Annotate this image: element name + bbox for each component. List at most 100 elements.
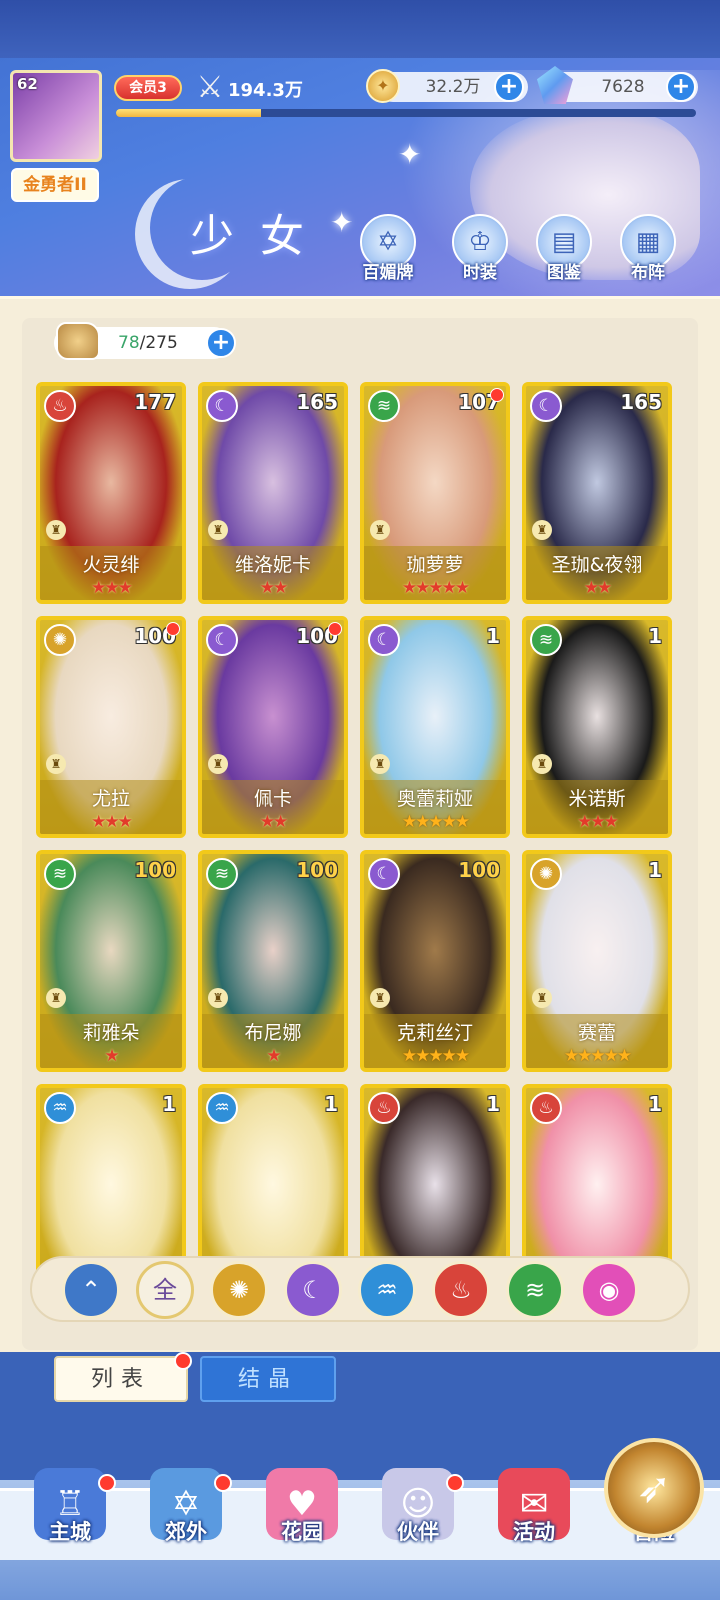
character-card[interactable]: ♒ 1 bbox=[198, 1084, 348, 1272]
character-name: 佩卡 bbox=[253, 788, 292, 810]
character-name: 维洛妮卡 bbox=[234, 554, 311, 576]
wind-element-icon: ≋ bbox=[530, 624, 562, 656]
filter-all-button[interactable]: 全 bbox=[136, 1261, 194, 1319]
chess-piece-icon: ♜ bbox=[208, 754, 228, 774]
filter-fire-button[interactable]: ♨ bbox=[432, 1261, 490, 1319]
star-rating: ★★ bbox=[259, 812, 288, 832]
character-card[interactable]: ☾ 1 ♜ 奥蕾莉娅 ★★★★★ bbox=[360, 616, 510, 838]
character-level: 100 bbox=[296, 858, 338, 882]
notification-dot bbox=[328, 622, 342, 636]
character-card[interactable]: ≋ 100 ♜ 莉雅朵 ★ bbox=[36, 850, 186, 1072]
bottom-nav-gate[interactable]: ✡ 郊外 bbox=[136, 1468, 236, 1578]
filter-heart-button[interactable]: ◉ bbox=[580, 1261, 638, 1319]
bag-icon bbox=[56, 322, 100, 360]
character-level: 177 bbox=[134, 390, 176, 414]
notification-dot bbox=[98, 1474, 116, 1492]
star-rating: ★★★ bbox=[91, 578, 133, 598]
character-card[interactable]: ≋ 100 ♜ 布尼娜 ★ bbox=[198, 850, 348, 1072]
all-icon: 全 bbox=[153, 1276, 177, 1304]
character-level: 1 bbox=[486, 1092, 500, 1116]
character-card[interactable]: ☾ 165 ♜ 圣珈&夜翎 ★★ bbox=[522, 382, 672, 604]
nav-button-card[interactable]: ✡ 百媚牌 bbox=[348, 214, 428, 284]
fire-element-icon: ♨ bbox=[368, 1092, 400, 1124]
character-card[interactable]: ≋ 1 ♜ 米诺斯 ★★★ bbox=[522, 616, 672, 838]
bottom-nav-castle[interactable]: ♖ 主城 bbox=[20, 1468, 120, 1578]
notification-dot bbox=[166, 622, 180, 636]
fire-element-icon: ♨ bbox=[44, 390, 76, 422]
star-rating: ★★ bbox=[259, 578, 288, 598]
character-level: 1 bbox=[486, 624, 500, 648]
filter-moon-button[interactable]: ☾ bbox=[284, 1261, 342, 1319]
moon-element-icon: ☾ bbox=[368, 858, 400, 890]
heart-icon: ◉ bbox=[598, 1276, 620, 1304]
filter-water-button[interactable]: ♒ bbox=[358, 1261, 416, 1319]
gold-amount: 32.2万 bbox=[425, 77, 481, 97]
gem-amount: 7628 bbox=[601, 77, 645, 97]
vip-badge[interactable]: 会员3 bbox=[114, 75, 182, 101]
character-card[interactable]: ♨ 1 bbox=[522, 1084, 672, 1272]
bottom-nav-label: 伙伴 bbox=[397, 1520, 439, 1544]
character-name: 尤拉 bbox=[91, 788, 130, 810]
character-card[interactable]: ♨ 1 bbox=[360, 1084, 510, 1272]
character-card[interactable]: ♨ 177 ♜ 火灵绯 ★★★ bbox=[36, 382, 186, 604]
character-card[interactable]: ☾ 100 ♜ 佩卡 ★★ bbox=[198, 616, 348, 838]
character-name: 珈萝萝 bbox=[406, 554, 464, 576]
character-level: 100 bbox=[458, 858, 500, 882]
character-card[interactable]: ☾ 100 ♜ 克莉丝汀 ★★★★★ bbox=[360, 850, 510, 1072]
filter-wind-button[interactable]: ≋ bbox=[506, 1261, 564, 1319]
wind-icon: ≋ bbox=[524, 1276, 546, 1304]
bottom-nav-label: 活动 bbox=[513, 1520, 555, 1544]
player-avatar[interactable]: 62 bbox=[10, 70, 102, 162]
character-level: 1 bbox=[162, 1092, 176, 1116]
nav-button-outfit[interactable]: ♔ 时装 bbox=[440, 214, 520, 284]
nav-button-book[interactable]: ▤ 图鉴 bbox=[524, 214, 604, 284]
nav-button-label: 布阵 bbox=[631, 263, 665, 283]
bottom-nav-gift[interactable]: ✉ 活动 bbox=[484, 1468, 584, 1578]
add-gem-button[interactable]: + bbox=[666, 72, 696, 102]
page-title: 少女 bbox=[190, 211, 330, 262]
player-title-badge[interactable]: 金勇者II bbox=[11, 168, 99, 202]
sun-element-icon: ✺ bbox=[530, 858, 562, 890]
wind-element-icon: ≋ bbox=[44, 858, 76, 890]
character-level: 165 bbox=[296, 390, 338, 414]
expand-roster-button[interactable]: + bbox=[206, 328, 236, 358]
character-name: 莉雅朵 bbox=[82, 1022, 140, 1044]
sun-element-icon: ✺ bbox=[44, 624, 76, 656]
nav-button-formation[interactable]: ▦ 布阵 bbox=[608, 214, 688, 284]
character-card[interactable]: ✺ 1 ♜ 赛蕾 ★★★★★ bbox=[522, 850, 672, 1072]
nav-button-label: 时装 bbox=[463, 263, 497, 283]
character-level: 1 bbox=[648, 624, 662, 648]
character-card[interactable]: ☾ 165 ♜ 维洛妮卡 ★★ bbox=[198, 382, 348, 604]
tab-label: 结晶 bbox=[237, 1367, 298, 1392]
adventure-button[interactable]: ➶ bbox=[604, 1438, 704, 1538]
tab-crystal[interactable]: 结晶 bbox=[200, 1356, 336, 1402]
character-card[interactable]: ♒ 1 bbox=[36, 1084, 186, 1272]
sword-icon: ⚔ bbox=[196, 70, 224, 105]
filter-sun-button[interactable]: ✺ bbox=[210, 1261, 268, 1319]
bottom-nav-heart[interactable]: ♥ 花园 bbox=[252, 1468, 352, 1578]
star-rating: ★★★★★ bbox=[563, 1046, 632, 1066]
compass-icon: ➶ bbox=[636, 1463, 672, 1512]
character-card[interactable]: ≋ 107 ♜ 珈萝萝 ★★★★★ bbox=[360, 382, 510, 604]
filter-collapse-button[interactable]: ⌃ bbox=[62, 1261, 120, 1319]
nav-button-label: 图鉴 bbox=[547, 263, 581, 283]
notification-dot bbox=[490, 388, 504, 402]
wind-element-icon: ≋ bbox=[206, 858, 238, 890]
combat-power: 194.3万 bbox=[228, 80, 303, 101]
star-rating: ★★★ bbox=[91, 812, 133, 832]
top-band bbox=[0, 0, 720, 58]
tab-list[interactable]: 列表 bbox=[54, 1352, 192, 1402]
notification-dot bbox=[446, 1474, 464, 1492]
character-card[interactable]: ✺ 100 ♜ 尤拉 ★★★ bbox=[36, 616, 186, 838]
bottom-nav-partner[interactable]: ☺ 伙伴 bbox=[368, 1468, 468, 1578]
moon-element-icon: ☾ bbox=[206, 390, 238, 422]
bottom-nav-label: 郊外 bbox=[165, 1520, 207, 1544]
water-element-icon: ♒ bbox=[206, 1092, 238, 1124]
star-rating: ★★★★★ bbox=[401, 578, 470, 598]
add-gold-button[interactable]: + bbox=[494, 72, 524, 102]
star-rating: ★★★ bbox=[577, 812, 619, 832]
roster-max: /275 bbox=[139, 333, 178, 353]
character-level: 1 bbox=[648, 1092, 662, 1116]
character-name: 奥蕾莉娅 bbox=[396, 788, 473, 810]
star-rating: ★ bbox=[266, 1046, 281, 1066]
